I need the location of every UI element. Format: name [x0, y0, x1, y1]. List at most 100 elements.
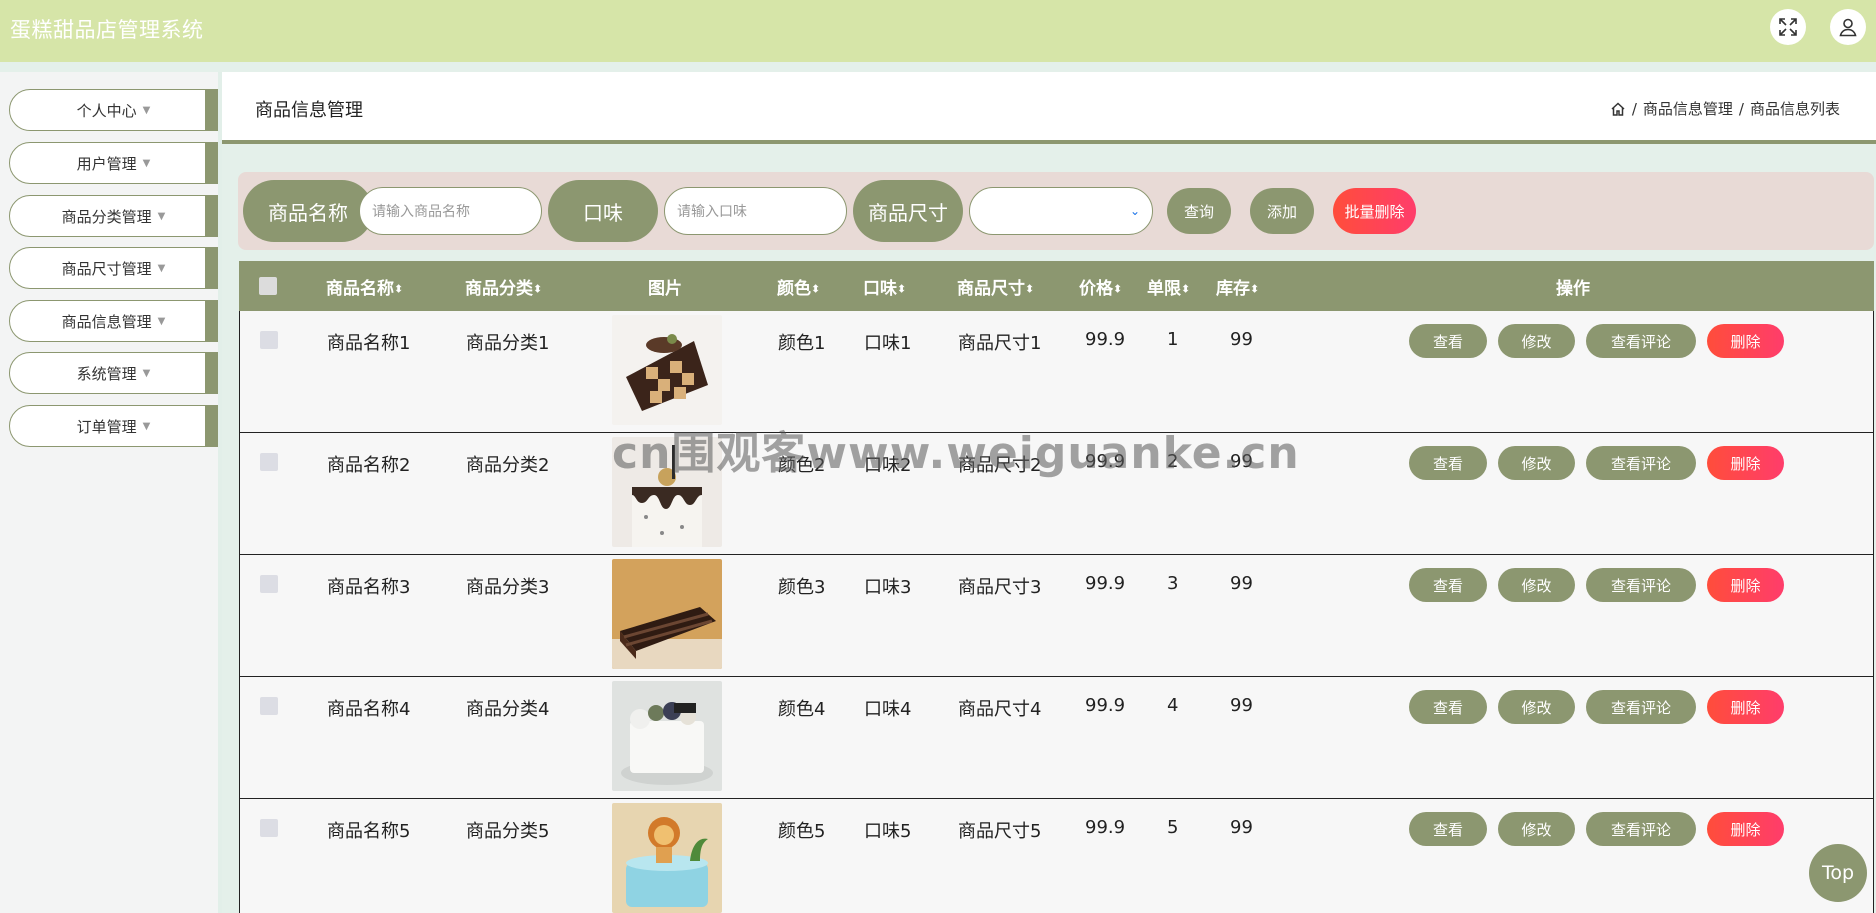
view-comments-button[interactable]: 查看评论 [1586, 812, 1696, 846]
sidebar: 个人中心 ▼ 用户管理 ▼ 商品分类管理 ▼ 商品尺寸管理 ▼ 商品信息管理 ▼ 系统管理… [0, 72, 222, 913]
cell-size: 商品尺寸5 [958, 821, 1042, 842]
table-row: 商品名称4 商品分类4 颜色4 口味4 商品尺寸4 99.9 4 99 查看 修… [239, 677, 1874, 799]
cell-flavor: 口味1 [864, 333, 912, 354]
query-button[interactable]: 查询 [1167, 188, 1231, 234]
view-button[interactable]: 查看 [1409, 446, 1487, 480]
view-comments-button[interactable]: 查看评论 [1586, 324, 1696, 358]
delete-button[interactable]: 删除 [1707, 568, 1784, 602]
column-header-label: 颜色 [777, 279, 811, 299]
view-button[interactable]: 查看 [1409, 690, 1487, 724]
home-icon[interactable] [1610, 101, 1626, 117]
sort-icon: ⬍ [1025, 282, 1035, 296]
chevron-down-icon: ⌄ [1129, 204, 1140, 218]
flavor-input[interactable]: 请输入口味 [664, 187, 847, 235]
caret-down-icon: ▼ [142, 367, 151, 379]
cell-flavor: 口味5 [864, 821, 912, 842]
sidebar-item-label: 用户管理 [76, 154, 137, 173]
breadcrumb-separator: / [1631, 99, 1637, 118]
cell-price: 99.9 [1085, 695, 1126, 716]
cell-name: 商品名称1 [327, 333, 411, 354]
column-header-label: 商品分类 [465, 279, 533, 299]
cell-category: 商品分类4 [466, 699, 550, 720]
column-header-label: 口味 [863, 279, 897, 299]
delete-button[interactable]: 删除 [1707, 324, 1784, 358]
delete-button[interactable]: 删除 [1707, 690, 1784, 724]
column-header-size[interactable]: 商品尺寸⬍ [957, 274, 1034, 299]
column-header-price[interactable]: 价格⬍ [1079, 274, 1122, 299]
view-comments-button[interactable]: 查看评论 [1586, 446, 1696, 480]
user-button[interactable] [1830, 9, 1866, 45]
batch-delete-button[interactable]: 批量删除 [1333, 188, 1416, 234]
breadcrumb-separator: / [1738, 99, 1744, 118]
row-checkbox[interactable] [260, 331, 278, 349]
view-button[interactable]: 查看 [1409, 568, 1487, 602]
sort-icon: ⬍ [1113, 282, 1123, 296]
fullscreen-button[interactable] [1770, 9, 1806, 45]
sidebar-item-category-management[interactable]: 商品分类管理 ▼ [9, 195, 218, 237]
cell-name: 商品名称5 [327, 821, 411, 842]
product-image-chocolate-slice [612, 559, 722, 669]
sidebar-item-label: 系统管理 [76, 364, 137, 383]
cell-category: 商品分类5 [466, 821, 550, 842]
row-checkbox[interactable] [260, 575, 278, 593]
edit-button[interactable]: 修改 [1498, 812, 1575, 846]
app-title: 蛋糕甜品店管理系统 [10, 18, 204, 42]
cell-stock: 99 [1230, 329, 1253, 350]
view-button[interactable]: 查看 [1409, 812, 1487, 846]
product-table: 商品名称⬍ 商品分类⬍ 图片 颜色⬍ 口味⬍ 商品尺寸⬍ 价格⬍ 单限⬍ 库存⬍… [239, 261, 1874, 913]
column-header-stock[interactable]: 库存⬍ [1216, 274, 1259, 299]
product-image-lion-cake [612, 803, 722, 913]
sidebar-item-order-management[interactable]: 订单管理 ▼ [9, 405, 218, 447]
column-header-color[interactable]: 颜色⬍ [777, 274, 820, 299]
row-checkbox[interactable] [260, 819, 278, 837]
back-to-top-button[interactable]: Top [1809, 844, 1867, 902]
view-comments-button[interactable]: 查看评论 [1586, 568, 1696, 602]
column-header-name[interactable]: 商品名称⬍ [326, 274, 403, 299]
cell-limit: 5 [1167, 817, 1179, 838]
view-button[interactable]: 查看 [1409, 324, 1487, 358]
edit-button[interactable]: 修改 [1498, 568, 1575, 602]
sidebar-item-label: 商品信息管理 [61, 312, 152, 331]
cell-limit: 1 [1167, 329, 1179, 350]
sort-icon: ⬍ [394, 282, 404, 296]
delete-button[interactable]: 删除 [1707, 812, 1784, 846]
sort-icon: ⬍ [1181, 282, 1191, 296]
sidebar-item-size-management[interactable]: 商品尺寸管理 ▼ [9, 247, 218, 289]
table-row: 商品名称1 商品分类1 颜色1 口味1 商品尺寸1 99.9 1 99 查看 修… [239, 311, 1874, 433]
cell-size: 商品尺寸3 [958, 577, 1042, 598]
size-select[interactable]: ⌄ [969, 187, 1153, 235]
fullscreen-icon [1779, 18, 1797, 36]
breadcrumb-item[interactable]: 商品信息管理 [1643, 98, 1733, 119]
sidebar-item-user-management[interactable]: 用户管理 ▼ [9, 142, 218, 184]
cell-category: 商品分类1 [466, 333, 550, 354]
column-header-flavor[interactable]: 口味⬍ [863, 274, 906, 299]
edit-button[interactable]: 修改 [1498, 446, 1575, 480]
cell-limit: 4 [1167, 695, 1179, 716]
select-all-checkbox[interactable] [259, 277, 277, 295]
caret-down-icon: ▼ [142, 157, 151, 169]
product-name-label: 商品名称 [243, 180, 373, 242]
caret-down-icon: ▼ [142, 420, 151, 432]
view-comments-button[interactable]: 查看评论 [1586, 690, 1696, 724]
sidebar-item-label: 商品尺寸管理 [61, 259, 152, 278]
edit-button[interactable]: 修改 [1498, 324, 1575, 358]
column-header-limit[interactable]: 单限⬍ [1147, 274, 1190, 299]
row-checkbox[interactable] [260, 697, 278, 715]
cell-color: 颜色5 [778, 821, 826, 842]
breadcrumb: / 商品信息管理 / 商品信息列表 [1610, 98, 1840, 119]
add-button[interactable]: 添加 [1250, 188, 1314, 234]
edit-button[interactable]: 修改 [1498, 690, 1575, 724]
sidebar-item-product-management[interactable]: 商品信息管理 ▼ [9, 300, 218, 342]
cell-color: 颜色3 [778, 577, 826, 598]
cell-stock: 99 [1230, 695, 1253, 716]
sidebar-item-personal-center[interactable]: 个人中心 ▼ [9, 89, 218, 131]
cell-price: 99.9 [1085, 573, 1126, 594]
column-header-category[interactable]: 商品分类⬍ [465, 274, 542, 299]
sidebar-item-system-management[interactable]: 系统管理 ▼ [9, 352, 218, 394]
header-divider [0, 62, 1876, 72]
product-name-input[interactable]: 请输入商品名称 [359, 187, 542, 235]
column-header-label: 单限 [1147, 279, 1181, 299]
top-bar: 蛋糕甜品店管理系统 [0, 0, 1876, 62]
row-checkbox[interactable] [260, 453, 278, 471]
delete-button[interactable]: 删除 [1707, 446, 1784, 480]
